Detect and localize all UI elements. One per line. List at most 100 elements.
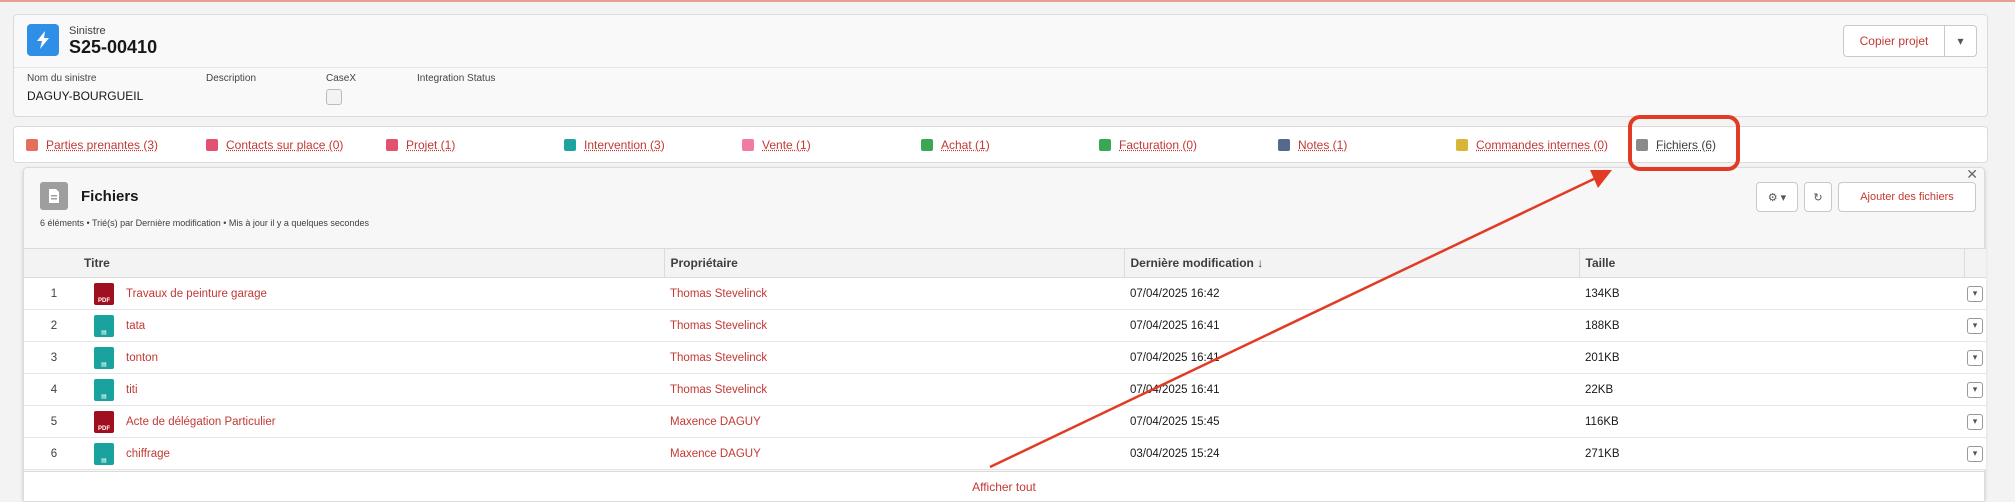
row-number: 3 (24, 341, 84, 374)
chevron-down-icon: ▾ (1972, 352, 1978, 362)
close-icon[interactable]: ✕ (1966, 166, 1978, 183)
record-type-label: Sinistre (69, 25, 106, 37)
refresh-button[interactable]: ↻ (1804, 182, 1832, 212)
field-label-claim-name: Nom du sinistre (27, 73, 97, 84)
file-title-link[interactable]: tonton (126, 352, 158, 364)
table-row: 2 ▤ tata Thomas Stevelinck 07/04/2025 16:… (24, 309, 1986, 342)
tab-intervention[interactable]: Intervention (3) (564, 138, 665, 152)
owner-link[interactable]: Maxence DAGUY (670, 416, 761, 428)
row-actions-button[interactable]: ▾ (1967, 413, 1983, 430)
tab-notes[interactable]: Notes (1) (1278, 138, 1347, 152)
owner-link[interactable]: Thomas Stevelinck (670, 384, 767, 396)
chevron-down-icon: ▾ (1972, 320, 1978, 330)
intervention-icon (564, 139, 576, 151)
file-size: 22KB (1579, 373, 1964, 406)
row-actions-button[interactable]: ▾ (1967, 285, 1983, 302)
owner-link[interactable]: Thomas Stevelinck (670, 352, 767, 364)
table-row: 3 ▤ tonton Thomas Stevelinck 07/04/2025 1… (24, 341, 1986, 374)
row-actions-button[interactable]: ▾ (1967, 349, 1983, 366)
notes-icon (1278, 139, 1290, 151)
column-header-owner[interactable]: Propriétaire (663, 248, 1124, 278)
modified-date: 03/04/2025 15:24 (1124, 437, 1579, 470)
file-title-link[interactable]: Travaux de peinture garage (126, 288, 267, 300)
tab-projet[interactable]: Projet (1) (386, 138, 455, 152)
document-file-icon: ▤ (94, 314, 114, 337)
purchase-icon (921, 139, 933, 151)
owner-link[interactable]: Maxence DAGUY (670, 448, 761, 460)
modified-date: 07/04/2025 16:41 (1124, 341, 1579, 374)
table-row: 1 PDF Travaux de peinture garage Thomas S… (24, 277, 1986, 310)
field-value-claim-name: DAGUY-BOURGUEIL (27, 89, 144, 103)
owner-link[interactable]: Thomas Stevelinck (670, 288, 767, 300)
row-number: 5 (24, 405, 84, 438)
column-header-title[interactable]: Titre (84, 248, 664, 278)
tab-facturation[interactable]: Facturation (0) (1099, 138, 1197, 152)
more-actions-button[interactable]: ▾ (1945, 25, 1977, 57)
caret-down-icon: ▾ (1957, 34, 1964, 48)
file-title-link[interactable]: chiffrage (126, 448, 170, 460)
file-size: 188KB (1579, 309, 1964, 342)
row-actions-button[interactable]: ▾ (1967, 317, 1983, 334)
internal-orders-icon (1456, 139, 1468, 151)
file-title-link[interactable]: tata (126, 320, 145, 332)
row-number: 4 (24, 373, 84, 406)
modified-date: 07/04/2025 16:42 (1124, 277, 1579, 310)
chevron-down-icon: ▾ (1972, 288, 1978, 298)
casex-checkbox[interactable] (326, 89, 342, 105)
document-file-icon: ▤ (94, 442, 114, 465)
modified-date: 07/04/2025 16:41 (1124, 373, 1579, 406)
row-actions-button[interactable]: ▾ (1967, 445, 1983, 462)
file-size: 201KB (1579, 341, 1964, 374)
table-row: 6 ▤ chiffrage Maxence DAGUY 03/04/2025 15… (24, 437, 1986, 470)
pdf-file-icon: PDF (94, 282, 114, 305)
table-row: 4 ▤ titi Thomas Stevelinck 07/04/2025 16:… (24, 373, 1986, 406)
list-settings-button[interactable]: ⚙ ▾ (1756, 182, 1798, 212)
lightning-icon (27, 24, 59, 56)
annotation-highlight-box (1628, 115, 1740, 171)
view-all-link[interactable]: Afficher tout (24, 471, 1984, 501)
contacts-icon (26, 139, 38, 151)
file-size: 116KB (1579, 405, 1964, 438)
field-label-integration-status: Integration Status (417, 73, 496, 84)
tab-achat[interactable]: Achat (1) (921, 138, 990, 152)
table-header-row: Titre Propriétaire Dernière modification… (24, 248, 1986, 278)
files-related-list: ✕ Fichiers 6 éléments • Trié(s) par Dern… (23, 166, 1986, 502)
tab-vente[interactable]: Vente (1) (742, 138, 811, 152)
table-row: 5 PDF Acte de délégation Particulier Maxe… (24, 405, 1986, 438)
refresh-icon: ↻ (1813, 191, 1823, 204)
contact-icon (206, 139, 218, 151)
document-file-icon: ▤ (94, 346, 114, 369)
files-title: Fichiers (81, 188, 139, 205)
row-actions-button[interactable]: ▾ (1967, 381, 1983, 398)
file-title-link[interactable]: Acte de délégation Particulier (126, 416, 276, 428)
header-actions: Copier projet ▾ (1843, 25, 1977, 57)
files-subtitle: 6 éléments • Trié(s) par Dernière modifi… (40, 218, 369, 228)
divider (14, 67, 1987, 68)
file-icon (40, 182, 68, 210)
owner-link[interactable]: Thomas Stevelinck (670, 320, 767, 332)
files-actions: ⚙ ▾ ↻ Ajouter des fichiers (1756, 182, 1976, 212)
column-header-modified[interactable]: Dernière modification ↓ (1123, 248, 1579, 278)
field-label-description: Description (206, 73, 257, 84)
field-label-casex: CaseX (326, 73, 357, 84)
column-header-size[interactable]: Taille (1578, 248, 1964, 278)
tab-contacts-sur-place[interactable]: Contacts sur place (0) (206, 138, 343, 152)
modified-date: 07/04/2025 16:41 (1124, 309, 1579, 342)
modified-date: 07/04/2025 15:45 (1124, 405, 1579, 438)
file-size: 134KB (1579, 277, 1964, 310)
add-files-button[interactable]: Ajouter des fichiers (1838, 182, 1976, 212)
record-title: S25-00410 (69, 37, 158, 57)
files-table: Titre Propriétaire Dernière modification… (24, 248, 1986, 470)
tab-commandes-internes[interactable]: Commandes internes (0) (1456, 138, 1608, 152)
pdf-file-icon: PDF (94, 410, 114, 433)
record-header: Sinistre S25-00410 Copier projet ▾ Nom d… (13, 14, 1988, 117)
file-size: 271KB (1579, 437, 1964, 470)
gear-icon: ⚙ ▾ (1767, 191, 1787, 204)
file-title-link[interactable]: titi (126, 384, 138, 396)
billing-icon (1099, 139, 1111, 151)
row-number: 2 (24, 309, 84, 342)
project-icon (386, 139, 398, 151)
chevron-down-icon: ▾ (1972, 416, 1978, 426)
copy-project-button[interactable]: Copier projet (1843, 25, 1945, 57)
tab-parties-prenantes[interactable]: Parties prenantes (3) (26, 138, 158, 152)
